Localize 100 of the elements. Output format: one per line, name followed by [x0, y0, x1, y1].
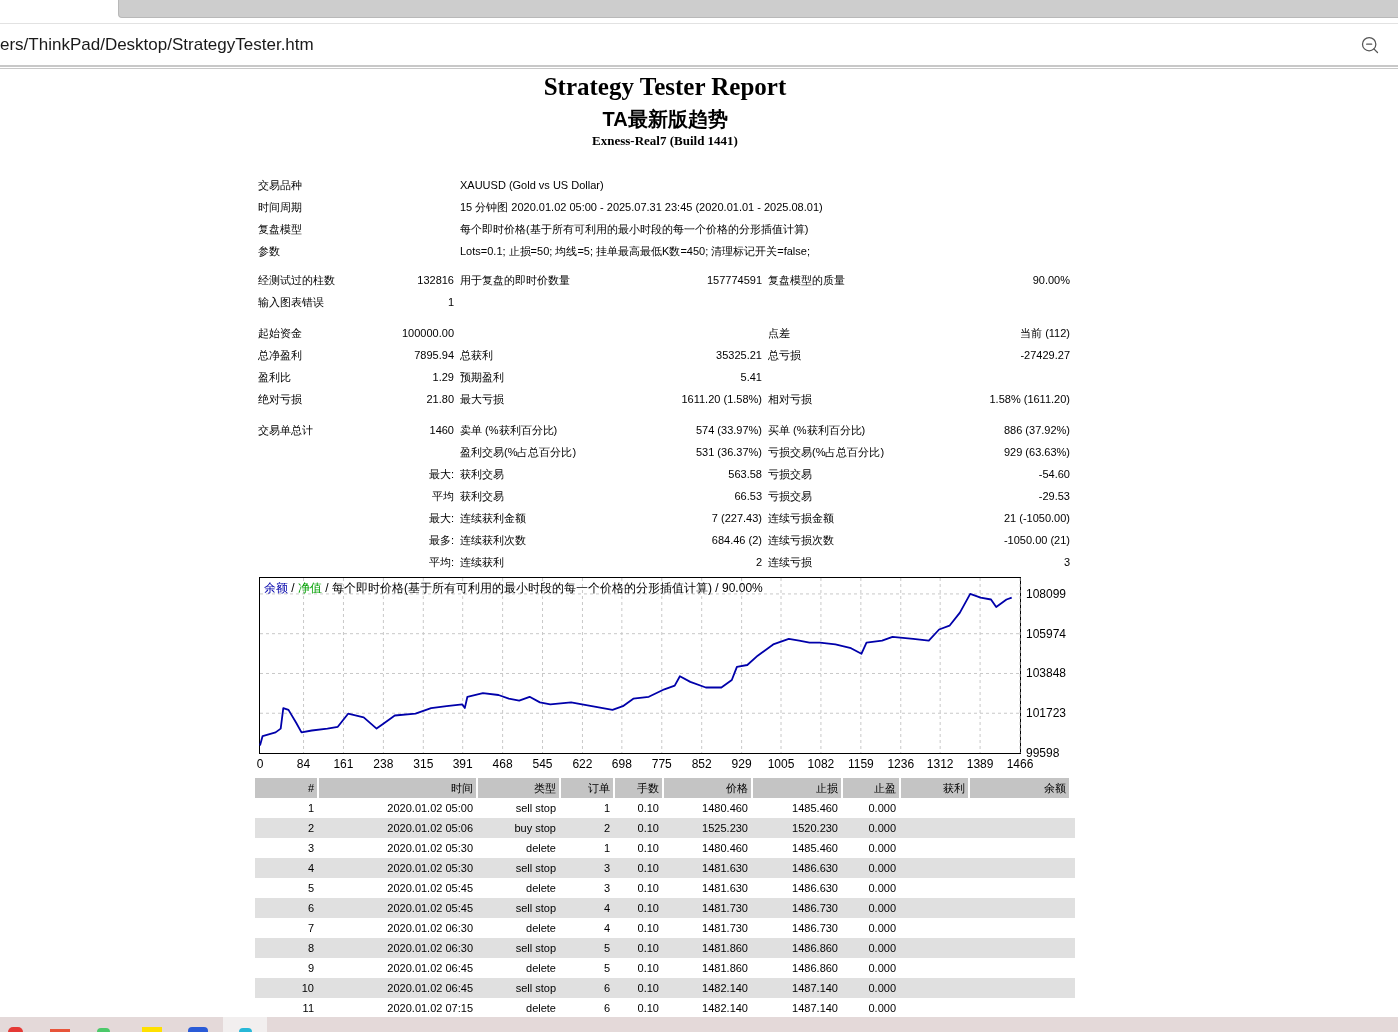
- table-cell: 4: [603, 921, 610, 934]
- table-cell: 1486.630: [792, 881, 838, 894]
- stat-qualifier: 最多:: [428, 533, 454, 546]
- stat-label: 亏损交易(%占总百分比): [768, 445, 885, 458]
- table-cell: 1: [307, 801, 314, 814]
- x-axis-label: 622: [572, 757, 593, 771]
- stat-value: 90.00%: [1032, 273, 1070, 286]
- table-cell: 0.10: [637, 981, 659, 994]
- stat-label: 绝对亏损: [258, 392, 302, 405]
- table-cell: delete: [526, 921, 556, 934]
- y-axis-label: 108099: [1026, 586, 1067, 601]
- stat-label: 总亏损: [768, 348, 801, 361]
- setting-label: 交易品种: [258, 178, 302, 191]
- table-cell: 0.000: [868, 821, 896, 834]
- column-header: 止损: [753, 778, 841, 798]
- x-axis-label: 929: [731, 757, 752, 771]
- stat-label: 盈利交易(%占总百分比): [460, 445, 577, 458]
- taskbar-app-icon: [238, 1028, 252, 1032]
- table-cell: 7: [307, 921, 314, 934]
- table-cell: 1486.860: [792, 941, 838, 954]
- stat-qualifier: 最大:: [428, 511, 454, 524]
- table-cell: 1481.860: [702, 961, 748, 974]
- x-axis-label: 1005: [767, 757, 795, 771]
- setting-label: 复盘模型: [258, 222, 302, 235]
- stat-label: 买单 (%获利百分比): [768, 423, 866, 436]
- table-cell: 1487.140: [792, 981, 838, 994]
- stat-value: 531 (36.37%): [695, 445, 762, 458]
- stat-label: 用于复盘的即时价数量: [460, 273, 570, 286]
- x-axis-label: 545: [532, 757, 553, 771]
- table-cell: 2020.01.02 05:30: [387, 841, 473, 854]
- stat-value: 157774591: [706, 273, 762, 286]
- stat-label: 连续获利次数: [460, 533, 526, 546]
- table-cell: 0.10: [637, 841, 659, 854]
- expert-name: TA最新版趋势: [602, 107, 728, 132]
- table-cell: 0.10: [637, 821, 659, 834]
- zoom-out-icon[interactable]: [1360, 34, 1380, 55]
- stat-label: 最大亏损: [460, 392, 504, 405]
- stat-value: -27429.27: [1020, 348, 1070, 361]
- setting-value: 15 分钟图 2020.01.02 05:00 - 2025.07.31 23:45 (2020.01.01 - 2025.08.01): [460, 200, 823, 213]
- x-axis-label: 775: [651, 757, 672, 771]
- table-cell: 5: [603, 941, 610, 954]
- table-cell: 11: [302, 1001, 314, 1014]
- address-field[interactable]: ers/ThinkPad/Desktop/StrategyTester.htm: [0, 24, 326, 65]
- setting-label: 参数: [258, 244, 280, 257]
- table-cell: 0.10: [637, 881, 659, 894]
- table-cell: 0.10: [637, 801, 659, 814]
- table-cell: 0.000: [868, 901, 896, 914]
- table-cell: 1481.730: [702, 921, 748, 934]
- stat-label: 亏损交易: [768, 489, 812, 502]
- table-cell: sell stop: [515, 941, 556, 954]
- table-cell: 0.000: [868, 961, 896, 974]
- x-axis-label: 1312: [926, 757, 954, 771]
- stat-label: 总获利: [460, 348, 493, 361]
- table-cell: 2020.01.02 05:00: [387, 801, 473, 814]
- table-cell: 1482.140: [702, 981, 748, 994]
- table-cell: 5: [307, 881, 314, 894]
- stat-value: 5.41: [740, 370, 762, 383]
- stat-label: 相对亏损: [768, 392, 812, 405]
- server-name: Exness-Real7 (Build 1441): [592, 133, 738, 149]
- stat-value: -1050.00 (21): [1003, 533, 1070, 546]
- stat-label: 连续亏损: [768, 555, 812, 568]
- table-cell: 6: [307, 901, 314, 914]
- y-axis-label: 105974: [1026, 626, 1067, 641]
- stat-value: 7895.94: [414, 348, 454, 361]
- table-cell: sell stop: [515, 901, 556, 914]
- stat-value: 563.58: [728, 467, 762, 480]
- table-cell: 5: [603, 961, 610, 974]
- stat-qualifier: 平均:: [428, 555, 454, 568]
- x-axis-label: 698: [611, 757, 632, 771]
- table-cell: 1: [603, 841, 610, 854]
- table-cell: 2020.01.02 05:45: [387, 901, 473, 914]
- table-cell: 1487.140: [792, 1001, 838, 1014]
- table-cell: 3: [603, 861, 610, 874]
- y-axis-label: 99598: [1026, 746, 1060, 760]
- stat-value: 21 (-1050.00): [1003, 511, 1070, 524]
- stat-label: 卖单 (%获利百分比): [460, 423, 558, 436]
- stat-label: 连续亏损次数: [768, 533, 834, 546]
- table-cell: 0.000: [868, 941, 896, 954]
- table-cell: 0.000: [868, 801, 896, 814]
- taskbar-button[interactable]: [223, 1017, 267, 1032]
- setting-value: 每个即时价格(基于所有可利用的最小时段的每一个价格的分形插值计算): [460, 222, 809, 235]
- taskbar-app-icon[interactable]: [97, 1028, 110, 1032]
- table-cell: 0.000: [868, 921, 896, 934]
- table-cell: 2020.01.02 05:30: [387, 861, 473, 874]
- setting-label: 时间周期: [258, 200, 302, 213]
- x-axis-label: 1236: [887, 757, 915, 771]
- taskbar-app-icon[interactable]: [188, 1027, 208, 1032]
- table-cell: 6: [603, 1001, 610, 1014]
- table-cell: 2020.01.02 06:45: [387, 981, 473, 994]
- taskbar-app-icon[interactable]: [8, 1027, 23, 1032]
- stat-label: 经测试过的柱数: [258, 273, 335, 286]
- stat-label: 获利交易: [460, 489, 504, 502]
- stat-value: 21.80: [426, 392, 454, 405]
- table-cell: 2020.01.02 07:15: [387, 1001, 473, 1014]
- stat-label: 盈利比: [258, 370, 291, 383]
- table-cell: 1482.140: [702, 1001, 748, 1014]
- stat-label: 交易单总计: [258, 423, 313, 436]
- stat-value: 132816: [417, 273, 454, 286]
- stat-label: 连续亏损金额: [768, 511, 834, 524]
- table-cell: delete: [526, 841, 556, 854]
